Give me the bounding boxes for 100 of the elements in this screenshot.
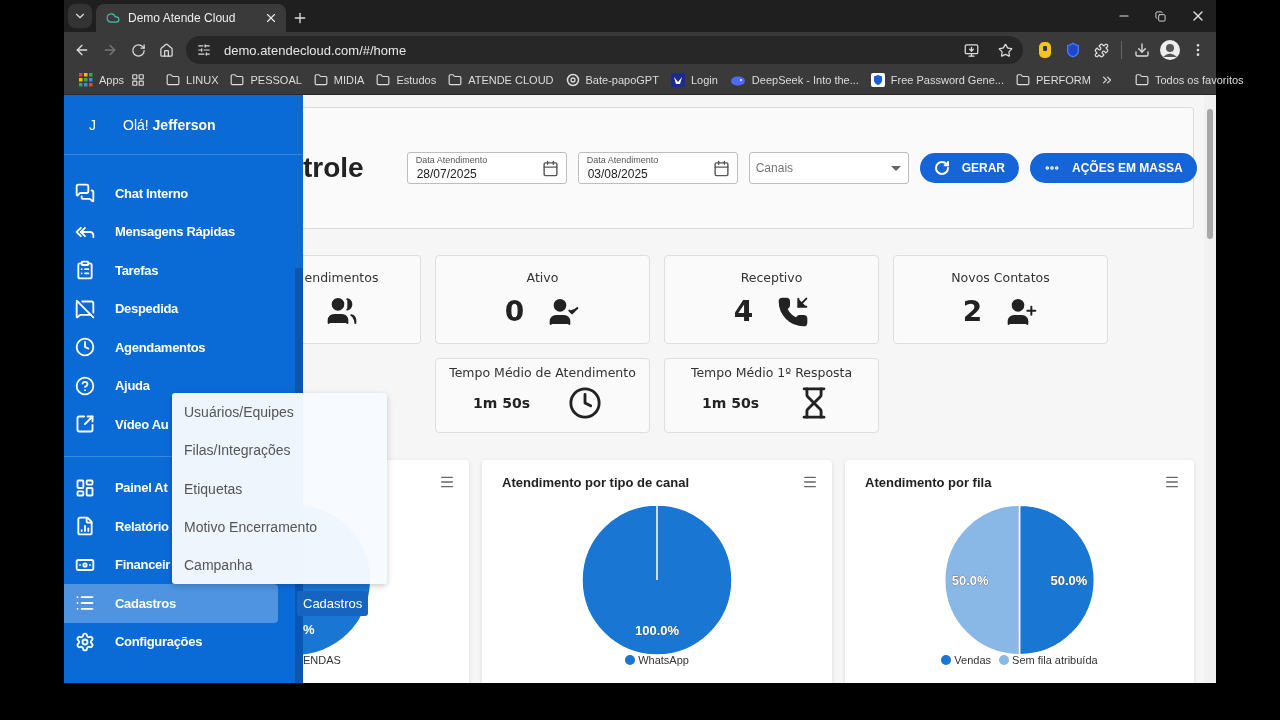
menu-item[interactable]: Etiquetas [172, 469, 255, 508]
report-icon [75, 516, 95, 537]
sidebar-item[interactable]: Financeir [64, 545, 171, 584]
stat-title: Ativo [526, 270, 559, 285]
grid-icon [131, 72, 146, 87]
sidebar-item[interactable]: Relatório [64, 507, 169, 546]
menu-icon[interactable] [439, 474, 455, 490]
menu-item[interactable]: Filas/Integrações [172, 431, 303, 470]
legend-dot [941, 655, 952, 665]
stat-value: 1m 50s [473, 395, 530, 411]
legend-item: WhatsApp [625, 654, 689, 666]
close-icon[interactable] [264, 11, 278, 25]
data-label: % [303, 622, 315, 637]
menu-icon[interactable] [1164, 474, 1180, 490]
tooltip: Cadastros [297, 591, 369, 616]
help-icon [75, 375, 95, 396]
apps-icon [79, 72, 93, 87]
legend-item: Vendas [941, 654, 992, 666]
menu-icon[interactable] [802, 474, 818, 490]
data-label: 100.0% [634, 622, 680, 638]
sidebar-item[interactable]: Configurações [64, 622, 203, 661]
clock-icon [568, 386, 602, 420]
bookmark[interactable]: Apps [74, 70, 130, 89]
legend-dot [625, 655, 636, 665]
message-off-icon [75, 298, 95, 319]
star-icon [997, 42, 1013, 58]
greeting: Olá! Jefferson [123, 116, 216, 133]
legend-item: ENDAS [303, 654, 341, 666]
bookmark[interactable]: PERFORM [1010, 70, 1096, 89]
sidebar-item[interactable]: Agendamentos [64, 328, 206, 367]
avatar-icon [1160, 40, 1180, 60]
clipboard-icon [75, 260, 95, 281]
forward-arrow-icon [102, 42, 118, 58]
clock-icon [75, 337, 95, 358]
bulk-actions-button[interactable]: AÇÕES EM MASSA [1030, 153, 1197, 183]
channel-select[interactable]: Canais [748, 152, 909, 184]
bookmark[interactable]: Login [665, 70, 723, 89]
stat-title: endimentos [304, 270, 379, 285]
sidebar-item[interactable]: Despedida [64, 289, 179, 328]
data-label: 50.0% [1050, 573, 1088, 588]
external-link-icon [75, 414, 95, 435]
generate-button[interactable]: GERAR [919, 153, 1020, 183]
menu-item[interactable]: Campanha [172, 545, 265, 584]
stat-title: Novos Contatos [951, 270, 1050, 285]
bookmark[interactable]: Free Password Gene... [865, 70, 1009, 89]
folder-icon [376, 72, 391, 87]
stat-title: Tempo Médio de Atendimento [449, 365, 636, 380]
folder-icon [448, 72, 463, 87]
refresh-icon [933, 160, 950, 176]
chat-icon [75, 183, 95, 204]
legend-dot [999, 655, 1010, 665]
user-initial: J [89, 116, 97, 133]
bookmark[interactable]: Todos os favoritos [1129, 70, 1249, 89]
sliders-icon [197, 43, 211, 57]
field-label: Data Atendimento [415, 155, 488, 165]
menu-item[interactable]: Usuários/Equipes [172, 393, 306, 432]
download-icon [1134, 42, 1150, 58]
calendar-icon [541, 159, 559, 177]
stat-title: Tempo Médio 1º Resposta [690, 365, 853, 380]
restore-icon [1155, 10, 1166, 22]
home-icon [158, 42, 174, 58]
bookmark[interactable]: DeepSeek - Into the... [724, 70, 864, 89]
bookmark[interactable]: ATENDE CLOUD [443, 70, 559, 89]
knot-icon [565, 72, 580, 87]
incoming-call-icon [777, 295, 810, 328]
sidebar-item[interactable]: Painel At [64, 468, 168, 507]
folder-icon [230, 72, 245, 87]
cloud-icon [106, 11, 120, 25]
sidebar-item[interactable]: Ajuda [64, 366, 150, 405]
bookmark[interactable]: MIDIA [308, 70, 370, 89]
legend-label: Vendas [954, 654, 992, 666]
stat-value: 0 [504, 295, 525, 328]
folder-icon [1015, 72, 1030, 87]
folder-icon [313, 72, 328, 87]
reload-icon [130, 42, 146, 58]
sidebar-item[interactable]: Mensagens Rápidas [64, 212, 235, 251]
bookmark[interactable]: LINUX [161, 70, 224, 89]
field-label: Data Atendimento [586, 155, 659, 165]
plus-icon [292, 10, 308, 26]
bookmark[interactable]: Estudos [371, 70, 442, 89]
sidebar-item[interactable]: Chat Interno [64, 174, 188, 213]
shield-icon [870, 72, 885, 87]
puzzle-icon [1093, 42, 1109, 58]
bookmark[interactable]: Bate-papoGPT [560, 70, 664, 89]
menu-item[interactable]: Motivo Encerramento [172, 507, 330, 546]
group-icon [325, 295, 358, 327]
sidebar-item[interactable]: Tarefas [64, 251, 159, 290]
page-title: trole [303, 152, 364, 184]
tab-search-button[interactable] [68, 4, 92, 28]
chart-title: Atendimento por fila [865, 474, 993, 490]
bookmark[interactable]: PESSOAL [225, 70, 307, 89]
bird-icon [670, 72, 685, 87]
extension-icon [1038, 41, 1052, 59]
sidebar-item[interactable]: Vídeo Au [64, 405, 169, 444]
legend-label: WhatsApp [638, 654, 689, 666]
dashboard-icon [75, 477, 95, 498]
chart-title: Atendimento por tipo de canal [502, 474, 691, 490]
browser-tab[interactable]: Demo Atende Cloud [96, 4, 286, 32]
legend-item: Sem fila atribuída [999, 654, 1098, 666]
data-label: 50.0% [951, 573, 989, 588]
